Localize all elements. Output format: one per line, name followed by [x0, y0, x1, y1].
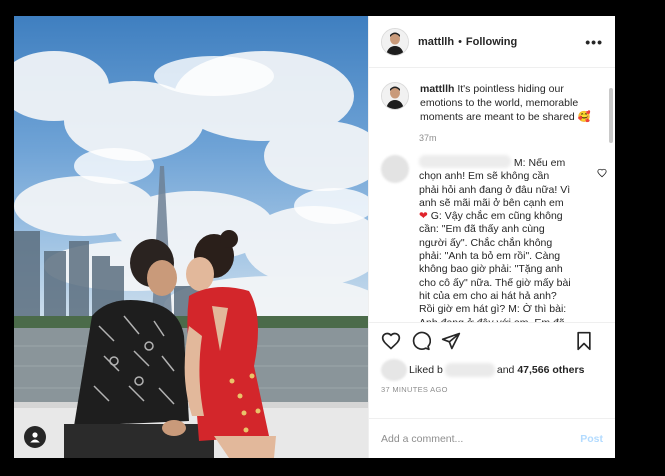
- person-icon: [30, 432, 40, 443]
- scrollbar[interactable]: [609, 88, 613, 143]
- user-tag-button[interactable]: [24, 426, 46, 448]
- bookmark-icon[interactable]: [575, 331, 593, 351]
- red-heart-emoji: ❤: [419, 210, 428, 223]
- caption-avatar[interactable]: [381, 82, 409, 110]
- photo-scene: [14, 51, 368, 458]
- comments-list[interactable]: mattllh It's pointless hiding our emotio…: [369, 68, 615, 322]
- username-link[interactable]: mattllh: [418, 36, 454, 48]
- like-heart-icon[interactable]: [381, 331, 401, 351]
- separator-dot: •: [458, 35, 462, 48]
- commenter-name-blurred[interactable]: [419, 155, 511, 168]
- commenter-avatar[interactable]: [381, 155, 409, 183]
- share-paper-plane-icon[interactable]: [441, 331, 461, 351]
- caption: mattllh It's pointless hiding our emotio…: [381, 82, 593, 124]
- post-timestamp[interactable]: 37 MINUTES AGO: [381, 385, 603, 394]
- comment-item: M: Nếu em chọn anh! Em sẽ không cần phải…: [381, 155, 607, 322]
- avatar-image: [382, 28, 408, 55]
- post-side-panel: mattllh • Following ••• mattllh It's poi…: [368, 16, 615, 458]
- avatar[interactable]: [381, 27, 409, 56]
- post-comment-button[interactable]: Post: [580, 433, 603, 445]
- liker-avatar-blurred[interactable]: [381, 359, 407, 381]
- liker-name-blurred[interactable]: [444, 363, 495, 377]
- post-header: mattllh • Following •••: [369, 16, 615, 68]
- likes-count-link[interactable]: 47,566 others: [517, 364, 584, 376]
- post-modal: mattllh • Following ••• mattllh It's poi…: [14, 16, 615, 458]
- add-comment-input[interactable]: Add a comment...: [381, 433, 580, 445]
- following-button[interactable]: Following: [466, 36, 517, 48]
- add-comment-bar: Add a comment... Post: [369, 418, 615, 458]
- post-photo[interactable]: [14, 16, 368, 458]
- comment-text-part2: G: Vậy chắc em cũng không cần: "Em đã th…: [419, 210, 571, 322]
- liked-by-text: Liked b: [409, 364, 443, 376]
- post-actions: Liked b and 47,566 others 37 MINUTES AGO: [369, 322, 615, 418]
- more-options-icon[interactable]: •••: [585, 34, 603, 50]
- caption-time: 37m: [419, 133, 437, 143]
- likes-summary: Liked b and 47,566 others: [381, 359, 603, 381]
- caption-username[interactable]: mattllh: [420, 83, 454, 95]
- avatar-image: [382, 83, 408, 109]
- comment-like-icon[interactable]: [597, 165, 607, 183]
- likes-and-text: and: [496, 364, 515, 376]
- comment-bubble-icon[interactable]: [411, 331, 431, 351]
